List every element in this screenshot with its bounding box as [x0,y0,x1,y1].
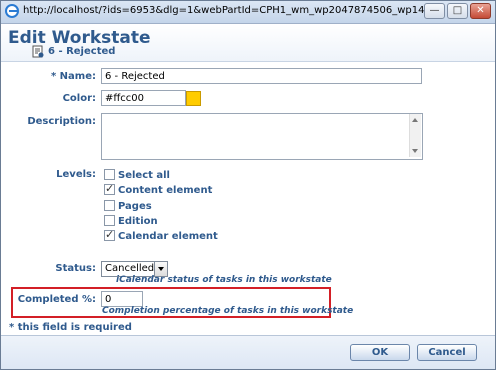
chevron-down-icon[interactable] [154,262,167,276]
description-textarea[interactable] [101,113,423,160]
page-title: Edit Workstate [8,28,151,48]
page-subtitle: 6 - Rejected [48,46,116,57]
browser-icon [5,4,19,18]
checkbox-select-all[interactable] [104,169,115,180]
completed-label: Completed %: [17,294,96,305]
ok-button[interactable]: OK [350,344,410,361]
workstate-icon [32,45,44,58]
scroll-up-arrow-icon[interactable] [412,118,418,122]
close-button[interactable]: ✕ [470,3,491,19]
checkbox-edition[interactable] [104,215,115,226]
name-input[interactable] [101,68,422,84]
window-url: http://localhost/?ids=6953&dlg=1&webPart… [23,5,428,16]
checkbox-pages[interactable] [104,200,115,211]
color-label: Color: [62,93,96,104]
required-marker: * [50,71,57,82]
checkbox-label-pages: Pages [118,201,152,212]
description-label: Description: [27,116,96,127]
levels-label: Levels: [56,169,96,180]
name-label-text: Name: [59,71,96,82]
required-field-note: * this field is required [9,322,132,333]
status-label: Status: [55,263,96,274]
header-divider [1,61,495,62]
cancel-button[interactable]: Cancel [417,344,477,361]
status-selected-value: Cancelled [105,263,155,274]
name-label: * Name: [40,71,96,82]
checkbox-label-content-element: Content element [118,185,213,196]
color-picker-swatch[interactable] [186,91,201,106]
maximize-button[interactable]: □ [447,3,468,19]
checkbox-content-element[interactable] [104,182,115,195]
completed-input[interactable] [101,291,143,307]
minimize-button[interactable]: — [424,3,445,19]
completed-hint: Completion percentage of tasks in this w… [102,306,354,316]
description-scrollbar[interactable] [409,114,421,157]
checkbox-label-calendar-element: Calendar element [118,231,218,242]
scroll-down-arrow-icon[interactable] [412,149,418,153]
color-input[interactable] [101,90,186,106]
checkbox-calendar-element[interactable] [104,228,115,241]
status-hint: iCalendar status of tasks in this workst… [116,275,332,285]
checkbox-label-edition: Edition [118,216,158,227]
checkbox-label-select-all: Select all [118,170,170,181]
